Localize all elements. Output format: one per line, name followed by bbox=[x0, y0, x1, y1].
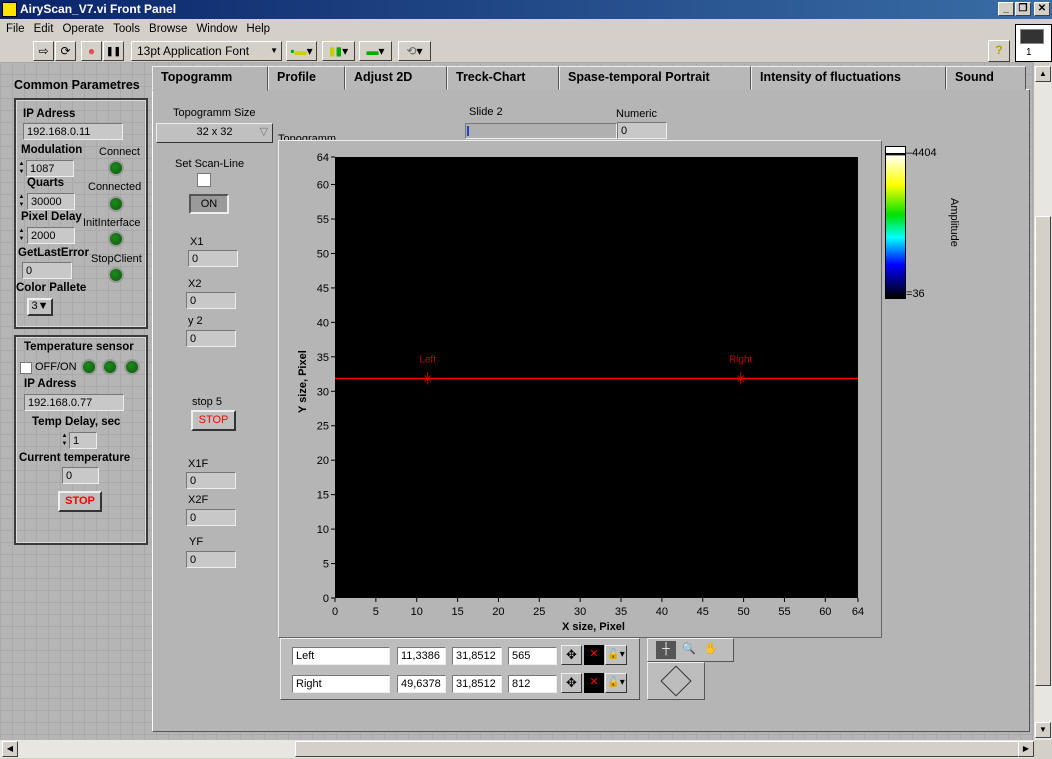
colorbar-min-value: 36 bbox=[912, 288, 925, 300]
y-tick-label: 45 bbox=[317, 283, 329, 295]
colorbar-max: –4404 bbox=[906, 147, 937, 159]
cursor-right-index[interactable]: 812 bbox=[508, 675, 557, 693]
x-tick-label: 35 bbox=[615, 606, 627, 618]
diamond-pad-icon[interactable] bbox=[660, 665, 692, 697]
scroll-right-button[interactable]: ▶ bbox=[1018, 741, 1034, 757]
x-tick-label: 55 bbox=[778, 606, 790, 618]
x-tick-label: 10 bbox=[411, 606, 423, 618]
x-tick-label: 40 bbox=[656, 606, 668, 618]
amplitude-label: Amplitude bbox=[948, 198, 960, 247]
x-tick-label: 45 bbox=[697, 606, 709, 618]
x-tick-label: 50 bbox=[737, 606, 749, 618]
x-tick-label: 30 bbox=[574, 606, 586, 618]
cursor-label: Left bbox=[419, 355, 436, 366]
cursor-left-y[interactable]: 31,8512 bbox=[452, 647, 502, 665]
vertical-scroll-thumb[interactable] bbox=[1035, 216, 1051, 686]
colorbar-min: =36 bbox=[906, 288, 925, 300]
cursor-left-index[interactable]: 565 bbox=[508, 647, 557, 665]
y-tick-label: 15 bbox=[317, 490, 329, 502]
y-axis-label: Y size, Pixel bbox=[297, 350, 309, 413]
y-tick-label: 50 bbox=[317, 248, 329, 260]
y-tick-label: 60 bbox=[317, 180, 329, 192]
scroll-down-button[interactable]: ▼ bbox=[1035, 722, 1051, 738]
x-tick-label: 25 bbox=[533, 606, 545, 618]
horizontal-scrollbar[interactable]: ◀ ▶ bbox=[0, 740, 1034, 758]
x-tick-label: 0 bbox=[332, 606, 338, 618]
cursor-style-icon[interactable]: ✕ bbox=[584, 673, 604, 693]
scroll-left-button[interactable]: ◀ bbox=[2, 741, 18, 757]
y-tick-label: 64 bbox=[317, 152, 329, 164]
y-tick-label: 10 bbox=[317, 524, 329, 536]
cursor-label: Right bbox=[729, 355, 753, 366]
x-tick-label: 20 bbox=[492, 606, 504, 618]
colorbar-max-value: 4404 bbox=[912, 147, 937, 159]
y-tick-label: 25 bbox=[317, 421, 329, 433]
cursor-left-x[interactable]: 11,3386 bbox=[397, 647, 446, 665]
cursor-movement-pad[interactable] bbox=[647, 662, 705, 700]
cursor-right-name[interactable]: Right bbox=[292, 675, 390, 693]
x-axis-label: X size, Pixel bbox=[562, 621, 625, 633]
y-tick-label: 20 bbox=[317, 455, 329, 467]
cursor-left-name[interactable]: Left bbox=[292, 647, 390, 665]
scroll-up-button[interactable]: ▲ bbox=[1035, 66, 1051, 82]
zoom-tool-icon[interactable]: 🔍 bbox=[679, 641, 699, 659]
cursor-lock-icon[interactable]: 🔓▾ bbox=[605, 645, 627, 665]
cursor-right-x[interactable]: 49,6378 bbox=[397, 675, 446, 693]
tab-topogramm[interactable]: Topogramm bbox=[152, 66, 268, 91]
x-tick-label: 64 bbox=[852, 606, 864, 618]
colorbar[interactable] bbox=[885, 146, 906, 299]
y-tick-label: 40 bbox=[317, 317, 329, 329]
y-tick-label: 55 bbox=[317, 214, 329, 226]
y-tick-label: 0 bbox=[323, 593, 329, 605]
crosshair-tool-icon[interactable]: ┼ bbox=[656, 641, 676, 659]
vertical-scrollbar[interactable]: ▲ ▼ bbox=[1034, 66, 1052, 740]
cursor-move-icon[interactable]: ✥ bbox=[561, 673, 582, 693]
pan-hand-icon[interactable]: ✋ bbox=[701, 641, 721, 659]
cursor-move-icon[interactable]: ✥ bbox=[561, 645, 582, 665]
y-tick-label: 5 bbox=[323, 559, 329, 571]
cursor-style-icon[interactable]: ✕ bbox=[584, 645, 604, 665]
cursor-lock-icon[interactable]: 🔓▾ bbox=[605, 673, 627, 693]
horizontal-scroll-thumb[interactable] bbox=[295, 741, 1020, 757]
x-tick-label: 60 bbox=[819, 606, 831, 618]
y-tick-label: 35 bbox=[317, 352, 329, 364]
y-tick-label: 30 bbox=[317, 386, 329, 398]
cursor-right-y[interactable]: 31,8512 bbox=[452, 675, 502, 693]
x-tick-label: 15 bbox=[451, 606, 463, 618]
x-tick-label: 5 bbox=[373, 606, 379, 618]
